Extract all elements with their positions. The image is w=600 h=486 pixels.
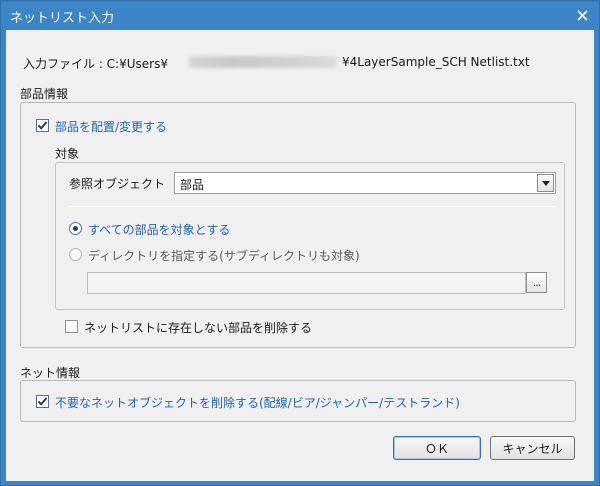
delete-not-in-netlist-checkbox[interactable] [65, 320, 78, 333]
parts-section-label: 部品情報 [20, 87, 69, 101]
target-label: 対象 [55, 147, 80, 161]
redacted-path [189, 56, 337, 68]
close-icon [576, 9, 588, 21]
check-icon [37, 397, 48, 406]
browse-button-label: ... [532, 276, 541, 289]
delete-unused-net-label[interactable]: 不要なネットオブジェクトを削除する(配線/ビア/ジャンパー/テストランド) [55, 394, 460, 411]
input-file-name: ¥4LayerSample_SCH Netlist.txt [342, 55, 530, 69]
directory-path-field[interactable] [87, 272, 526, 294]
input-file-label: 入力ファイル : C:¥Users¥ [23, 57, 168, 71]
ok-button[interactable]: ＯＫ [393, 436, 481, 460]
ref-object-select[interactable]: 部品 [174, 172, 556, 194]
delete-not-in-netlist-label[interactable]: ネットリストに存在しない部品を削除する [84, 319, 312, 336]
place-change-checkbox[interactable] [36, 119, 49, 132]
ref-object-label: 参照オブジェクト [69, 177, 166, 191]
chevron-down-icon [541, 180, 550, 186]
place-change-label[interactable]: 部品を配置/変更する [55, 118, 167, 135]
dialog-body: 入力ファイル : C:¥Users¥ ¥4LayerSample_SCH Net… [6, 30, 594, 481]
dropdown-button[interactable] [537, 174, 554, 192]
directory-radio[interactable] [69, 248, 82, 261]
title-bar[interactable]: ネットリスト入力 [1, 1, 599, 30]
check-icon [37, 121, 48, 130]
cancel-button-label: キャンセル [502, 441, 563, 456]
all-parts-label[interactable]: すべての部品を対象とする [88, 221, 230, 238]
delete-unused-net-checkbox[interactable] [36, 395, 49, 408]
all-parts-radio[interactable] [69, 222, 82, 235]
cancel-button[interactable]: キャンセル [490, 436, 575, 460]
ok-button-label: ＯＫ [424, 441, 449, 456]
target-groupbox: 参照オブジェクト 部品 すべての部品を対象とする ディレクトリを指定する(サブデ… [55, 162, 565, 310]
parts-groupbox: 部品を配置/変更する 対象 参照オブジェクト 部品 すべての部品を対象とする デ… [20, 102, 576, 348]
window-title: ネットリスト入力 [10, 11, 115, 26]
separator [69, 206, 556, 207]
close-button[interactable] [569, 3, 595, 27]
dialog-window: ネットリスト入力 入力ファイル : C:¥Users¥ ¥4LayerSampl… [0, 0, 600, 486]
net-section-label: ネット情報 [20, 366, 81, 380]
net-groupbox: 不要なネットオブジェクトを削除する(配線/ビア/ジャンパー/テストランド) [20, 380, 576, 422]
browse-button[interactable]: ... [526, 272, 547, 293]
radio-dot [73, 226, 78, 231]
ref-object-value: 部品 [180, 178, 205, 192]
directory-label[interactable]: ディレクトリを指定する(サブディレクトリも対象) [88, 247, 360, 264]
